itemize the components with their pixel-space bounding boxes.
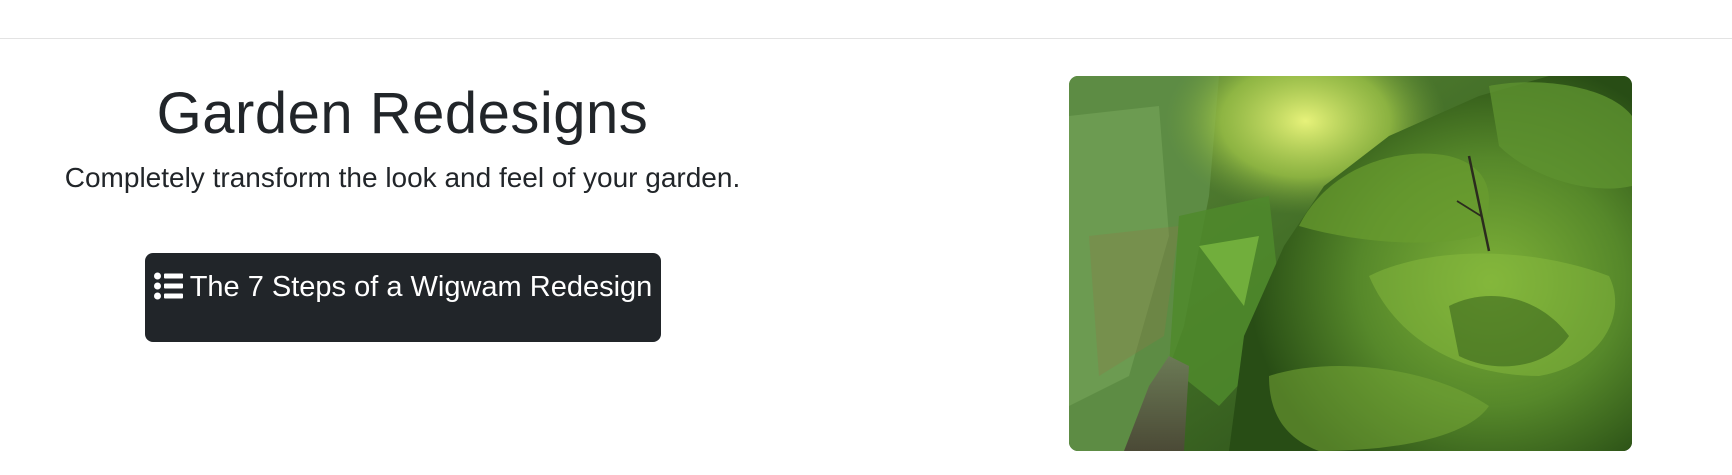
wigwam-redesign-button-label: The 7 Steps of a Wigwam Redesign <box>189 271 653 303</box>
hero-text: Garden Redesigns Completely transform th… <box>0 78 805 198</box>
page: Garden Redesigns Completely transform th… <box>0 0 1732 475</box>
hero-title: Garden Redesigns <box>156 81 649 146</box>
list-icon <box>153 272 184 300</box>
wigwam-redesign-steps-button[interactable]: The 7 Steps of a Wigwam Redesign <box>145 253 661 342</box>
moss-garden-photo <box>1069 76 1632 451</box>
hero-subtitle: Completely transform the look and feel o… <box>64 162 741 193</box>
top-divider <box>0 38 1732 39</box>
